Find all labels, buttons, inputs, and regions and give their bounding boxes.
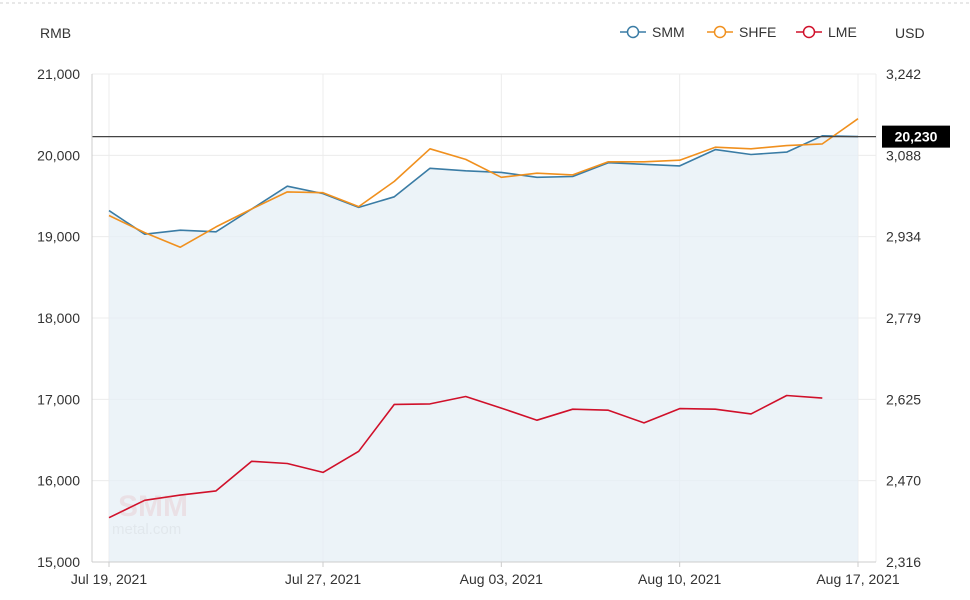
area-fills — [109, 135, 858, 563]
watermark: SMM metal.com — [112, 490, 188, 538]
y-left-tick-label: 17,000 — [37, 391, 80, 407]
y-right-tick-label: 2,470 — [886, 473, 921, 489]
watermark-logo: SMM — [118, 490, 188, 523]
chart-container: 20,230 21,000 3,242 20,000 3,088 19,000 2,934… — [0, 0, 970, 595]
series-area-smm — [109, 135, 858, 563]
legend-circle-icon — [802, 25, 816, 39]
legend-label: LME — [828, 24, 857, 40]
reference-label: 20,230 — [895, 129, 938, 145]
y-left-tick-label: 16,000 — [37, 473, 80, 489]
legend-item-shfe[interactable]: SHFE — [707, 24, 776, 40]
y-right-tick-label: 3,242 — [886, 66, 921, 82]
x-tick-label: Aug 17, 2021 — [816, 571, 900, 587]
y-right-tick-label: 2,625 — [886, 391, 921, 407]
y-right-tick-label: 2,316 — [886, 554, 921, 570]
price-line-chart: 20,230 21,000 3,242 20,000 3,088 19,000 2,934… — [0, 2, 970, 587]
y-left-tick-label: 15,000 — [37, 554, 80, 570]
legend-item-smm[interactable]: SMM — [620, 24, 685, 40]
legend-circle-icon — [713, 25, 727, 39]
legend-circle-icon — [626, 25, 640, 39]
y-right-tick-label: 2,779 — [886, 310, 921, 326]
legend-item-lme[interactable]: LME — [796, 24, 857, 40]
y-left-tick-label: 20,000 — [37, 147, 80, 163]
y-right-tick-label: 3,088 — [886, 147, 921, 163]
legend-label: SMM — [652, 24, 685, 40]
right-unit-label: USD — [895, 25, 925, 41]
x-tick-label: Aug 10, 2021 — [638, 571, 722, 587]
x-tick-label: Jul 27, 2021 — [285, 571, 361, 587]
watermark-sub: metal.com — [112, 521, 181, 538]
legend-label: SHFE — [739, 24, 776, 40]
x-tick-label: Aug 03, 2021 — [460, 571, 544, 587]
left-unit-label: RMB — [40, 25, 71, 41]
y-right-tick-label: 2,934 — [886, 229, 921, 245]
y-left-tick-label: 21,000 — [37, 66, 80, 82]
y-left-tick-label: 18,000 — [37, 310, 80, 326]
x-tick-label: Jul 19, 2021 — [71, 571, 147, 587]
legend[interactable]: SMM SHFE LME — [620, 24, 857, 40]
y-left-tick-label: 19,000 — [37, 229, 80, 245]
